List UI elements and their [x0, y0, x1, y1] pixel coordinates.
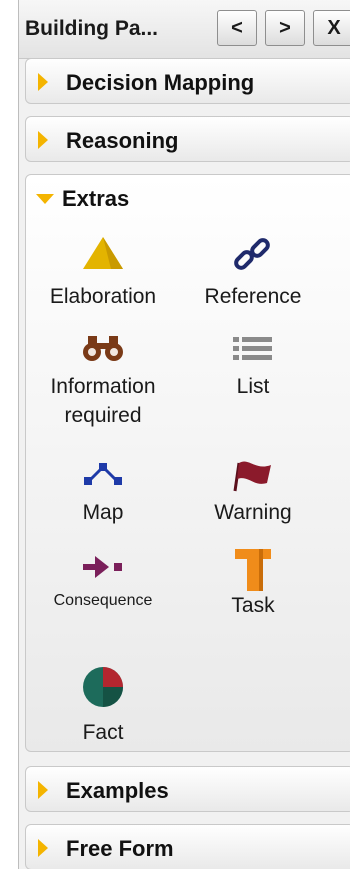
- panel-header: Building Pa... < > X: [19, 0, 350, 59]
- item-label-line2: required: [64, 404, 142, 427]
- item-label: Fact: [82, 721, 124, 744]
- item-label-line1: Information: [50, 375, 156, 398]
- palette-item-task[interactable]: Task: [178, 547, 328, 637]
- prev-button[interactable]: <: [217, 10, 257, 46]
- collapse-arrow-icon: [36, 194, 54, 204]
- extras-items-grid: Elaboration Reference Information requir…: [26, 221, 350, 781]
- section-title: Extras: [62, 186, 130, 211]
- item-label: Elaboration: [49, 285, 157, 308]
- section-title: Examples: [66, 778, 169, 803]
- section-examples[interactable]: Examples: [25, 766, 350, 812]
- section-header[interactable]: Decision Mapping: [26, 59, 350, 105]
- expand-arrow-icon: [38, 839, 48, 857]
- elaboration-triangle-icon: [83, 237, 123, 269]
- palette-item-fact[interactable]: Fact: [28, 665, 178, 755]
- palette-item-reference[interactable]: Reference: [178, 235, 328, 315]
- building-palette-panel: Building Pa... < > X Decision Mapping Re…: [18, 0, 350, 869]
- close-button[interactable]: X: [313, 10, 350, 46]
- palette-item-map[interactable]: Map: [28, 457, 178, 537]
- section-decision-mapping[interactable]: Decision Mapping: [25, 58, 350, 104]
- panel-title: Building Pa...: [25, 17, 159, 40]
- consequence-arrow-icon: [83, 556, 122, 578]
- item-label: Reference: [204, 285, 302, 308]
- item-label: Task: [231, 594, 275, 617]
- expand-arrow-icon: [38, 131, 48, 149]
- list-icon: [233, 337, 272, 360]
- expand-arrow-icon: [38, 781, 48, 799]
- palette-item-consequence[interactable]: Consequence: [28, 553, 178, 633]
- section-title: Reasoning: [66, 128, 179, 153]
- section-free-form[interactable]: Free Form: [25, 824, 350, 869]
- section-header[interactable]: Examples: [26, 767, 350, 813]
- palette-item-warning[interactable]: Warning: [178, 457, 328, 537]
- palette-item-information-required[interactable]: Information required: [28, 333, 178, 443]
- item-label: Warning: [214, 501, 292, 524]
- item-label: List: [236, 375, 270, 398]
- section-title: Free Form: [66, 836, 174, 861]
- binoculars-icon: [83, 336, 123, 361]
- next-button[interactable]: >: [265, 10, 305, 46]
- section-title: Decision Mapping: [66, 70, 255, 95]
- palette-item-elaboration[interactable]: Elaboration: [28, 235, 178, 315]
- section-header[interactable]: Reasoning: [26, 117, 350, 163]
- section-header[interactable]: Extras: [26, 175, 350, 221]
- warning-flag-icon: [233, 461, 271, 492]
- section-extras: Extras Elaboration Reference Information…: [25, 174, 350, 752]
- fact-pie-icon: [83, 667, 123, 707]
- item-label: Map: [82, 501, 124, 524]
- task-t-icon: [235, 549, 271, 591]
- map-icon: [84, 463, 122, 485]
- palette-item-list[interactable]: List: [178, 333, 328, 443]
- expand-arrow-icon: [38, 73, 48, 91]
- section-reasoning[interactable]: Reasoning: [25, 116, 350, 162]
- chain-link-icon: [234, 238, 270, 270]
- section-header[interactable]: Free Form: [26, 825, 350, 869]
- item-label: Consequence: [53, 592, 153, 609]
